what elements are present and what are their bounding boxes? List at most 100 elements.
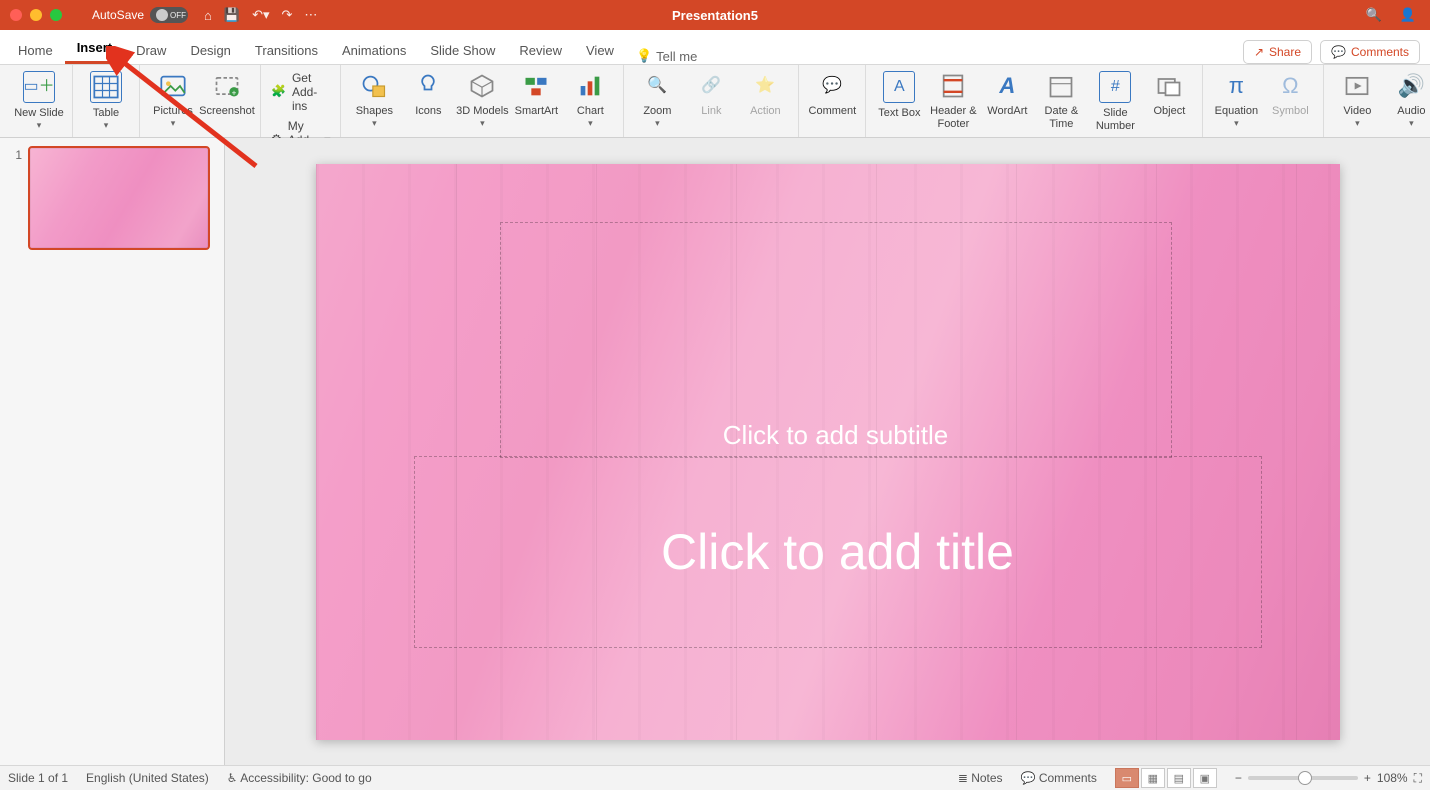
- video-label: Video: [1343, 105, 1371, 118]
- share-label: Share: [1269, 45, 1301, 59]
- slide-number-label: Slide Number: [1088, 107, 1142, 132]
- tab-review[interactable]: Review: [507, 37, 574, 64]
- action-button[interactable]: ⭐Action: [738, 69, 792, 118]
- slideshow-view-button[interactable]: ▣: [1193, 768, 1217, 788]
- window-maximize-button[interactable]: [50, 9, 62, 21]
- zoom-value[interactable]: 108%: [1377, 771, 1408, 785]
- zoom-out-button[interactable]: −: [1235, 771, 1242, 785]
- slide-canvas[interactable]: Click to add subtitle Click to add title: [316, 164, 1340, 740]
- slide-thumbnail-1[interactable]: [28, 146, 210, 250]
- pictures-label: Pictures: [153, 105, 193, 118]
- comment-icon: 💬: [1331, 45, 1346, 59]
- account-icon[interactable]: 👤: [1400, 7, 1416, 23]
- 3d-models-button[interactable]: 3D Models▾: [455, 69, 509, 128]
- comments-status-button[interactable]: 💬 Comments: [1021, 771, 1097, 785]
- slide-counter[interactable]: Slide 1 of 1: [8, 771, 68, 785]
- autosave-state: OFF: [170, 11, 186, 20]
- undo-icon[interactable]: ↶▾: [252, 7, 269, 23]
- zoom-label: Zoom: [643, 105, 671, 118]
- wordart-button[interactable]: AWordArt: [980, 69, 1034, 118]
- more-icon[interactable]: ⋯: [304, 7, 317, 23]
- search-icon[interactable]: 🔍: [1366, 7, 1382, 23]
- ribbon-tabs: Home Insert Draw Design Transitions Anim…: [0, 30, 1430, 65]
- normal-view-button[interactable]: ▭: [1115, 768, 1139, 788]
- title-placeholder[interactable]: Click to add title: [414, 456, 1262, 648]
- tab-design[interactable]: Design: [178, 37, 242, 64]
- document-title: Presentation5: [672, 8, 758, 23]
- audio-label: Audio: [1397, 105, 1425, 118]
- subtitle-placeholder[interactable]: Click to add subtitle: [500, 222, 1172, 458]
- zoom-slider[interactable]: [1248, 776, 1358, 780]
- new-slide-button[interactable]: ▭＋ New Slide▾: [12, 69, 66, 130]
- tab-home[interactable]: Home: [6, 37, 65, 64]
- sorter-view-button[interactable]: ▦: [1141, 768, 1165, 788]
- textbox-label: Text Box: [878, 107, 920, 120]
- fit-button[interactable]: ⛶: [1414, 771, 1422, 786]
- tell-me-label: Tell me: [656, 49, 697, 64]
- reading-view-button[interactable]: ▤: [1167, 768, 1191, 788]
- comments-status-label: Comments: [1039, 771, 1097, 785]
- object-button[interactable]: Object: [1142, 69, 1196, 118]
- comments-button[interactable]: 💬Comments: [1320, 40, 1420, 64]
- window-minimize-button[interactable]: [30, 9, 42, 21]
- equation-button[interactable]: πEquation▾: [1209, 69, 1263, 128]
- shapes-button[interactable]: Shapes▾: [347, 69, 401, 128]
- language-status[interactable]: English (United States): [86, 771, 209, 785]
- thumbnail-number: 1: [8, 148, 22, 162]
- tab-transitions[interactable]: Transitions: [243, 37, 330, 64]
- content-area: 1 Click to add subtitle Click to add tit…: [0, 138, 1430, 765]
- symbol-label: Symbol: [1272, 105, 1309, 118]
- slide-editor[interactable]: Click to add subtitle Click to add title: [225, 138, 1430, 765]
- header-footer-button[interactable]: Header & Footer: [926, 69, 980, 130]
- video-button[interactable]: Video▾: [1330, 69, 1384, 128]
- tab-view[interactable]: View: [574, 37, 626, 64]
- tab-animations[interactable]: Animations: [330, 37, 418, 64]
- link-label: Link: [701, 105, 721, 118]
- link-button[interactable]: 🔗Link: [684, 69, 738, 118]
- slide-thumbnail-panel: 1: [0, 138, 225, 765]
- date-time-button[interactable]: Date & Time: [1034, 69, 1088, 130]
- tab-insert[interactable]: Insert: [65, 34, 124, 64]
- tell-me-button[interactable]: 💡 Tell me: [636, 48, 697, 64]
- chart-button[interactable]: Chart▾: [563, 69, 617, 128]
- textbox-button[interactable]: AText Box: [872, 69, 926, 120]
- zoom-button[interactable]: 🔍Zoom▾: [630, 69, 684, 128]
- autosave-toggle[interactable]: AutoSave OFF: [92, 7, 188, 23]
- home-icon[interactable]: ⌂: [204, 8, 212, 23]
- share-button[interactable]: ↗ Share: [1243, 40, 1312, 64]
- audio-button[interactable]: 🔊Audio▾: [1384, 69, 1430, 128]
- title-bar: AutoSave OFF ⌂ 💾 ↶▾ ↷ ⋯ Presentation5 🔍 …: [0, 0, 1430, 30]
- screenshot-button[interactable]: + Screenshot: [200, 69, 254, 118]
- get-addins-button[interactable]: 🧩Get Add-ins: [271, 71, 330, 113]
- action-label: Action: [750, 105, 781, 118]
- window-close-button[interactable]: [10, 9, 22, 21]
- screenshot-label: Screenshot: [199, 105, 255, 118]
- save-icon[interactable]: 💾: [224, 7, 240, 23]
- smartart-button[interactable]: SmartArt: [509, 69, 563, 118]
- header-footer-label: Header & Footer: [926, 105, 980, 130]
- ribbon: ▭＋ New Slide▾ Table▾ Pictures▾ + Screens…: [0, 65, 1430, 138]
- zoom-in-button[interactable]: +: [1364, 771, 1371, 785]
- subtitle-placeholder-text: Click to add subtitle: [723, 420, 948, 451]
- table-button[interactable]: Table▾: [79, 69, 133, 130]
- date-time-label: Date & Time: [1034, 105, 1088, 130]
- tab-draw[interactable]: Draw: [124, 37, 178, 64]
- icons-button[interactable]: Icons: [401, 69, 455, 118]
- share-icon: ↗: [1254, 45, 1264, 59]
- symbol-button[interactable]: ΩSymbol: [1263, 69, 1317, 118]
- accessibility-status[interactable]: ♿︎ Accessibility: Good to go: [227, 771, 372, 785]
- tab-slideshow[interactable]: Slide Show: [418, 37, 507, 64]
- shapes-label: Shapes: [356, 105, 393, 118]
- new-slide-label: New Slide: [14, 107, 64, 120]
- svg-text:+: +: [232, 88, 237, 97]
- view-buttons: ▭ ▦ ▤ ▣: [1115, 768, 1217, 788]
- notes-button[interactable]: ≣ Notes: [958, 771, 1003, 785]
- comment-label: Comment: [809, 105, 857, 118]
- slide-number-button[interactable]: #Slide Number: [1088, 69, 1142, 132]
- pictures-button[interactable]: Pictures▾: [146, 69, 200, 128]
- comment-button[interactable]: 💬Comment: [805, 69, 859, 118]
- redo-icon[interactable]: ↷: [282, 7, 293, 23]
- status-bar: Slide 1 of 1 English (United States) ♿︎ …: [0, 765, 1430, 790]
- lightbulb-icon: 💡: [636, 48, 652, 64]
- notes-label: Notes: [971, 771, 1002, 785]
